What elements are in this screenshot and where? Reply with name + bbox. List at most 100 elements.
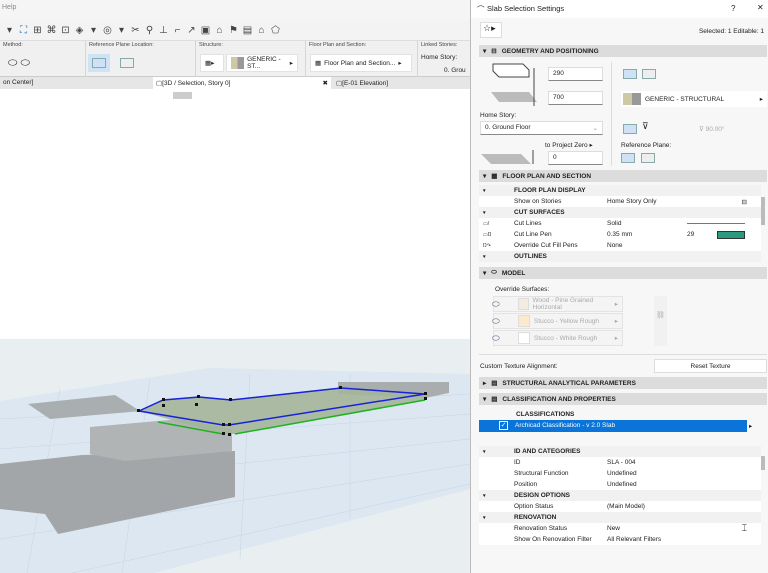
geometry-method-buttons[interactable]: ⬭ ⬭	[4, 54, 34, 72]
table-row[interactable]: Position Undefined	[479, 479, 761, 490]
scrollbar[interactable]	[761, 456, 765, 470]
tab-bar: on Center] ▢[3D / Selection, Story 0] ✖ ▢…	[0, 77, 470, 89]
expand-arrow-icon[interactable]: ▸	[749, 422, 752, 430]
help-button[interactable]: ?	[731, 4, 735, 13]
table-row[interactable]: Structural Function Undefined	[479, 468, 761, 479]
fps-select[interactable]: ▦ Floor Plan and Section... ▸	[310, 54, 412, 72]
dropdown-icon[interactable]: ▾	[116, 25, 127, 36]
curve-icon[interactable]: ↗	[186, 25, 197, 36]
3d-viewport[interactable]	[0, 89, 470, 573]
ref-plane-label: Reference Plane Location:	[89, 42, 154, 48]
tab-elevation[interactable]: ▢[E-01 Elevation]	[333, 77, 391, 89]
home-story-label: Home Story:	[421, 54, 458, 61]
view-icon[interactable]: ◎	[102, 25, 113, 36]
3d-model	[0, 339, 470, 573]
properties-icon: ▤	[491, 396, 498, 403]
section-model[interactable]: ▾ ⬭ MODEL	[479, 267, 767, 279]
horizontal-slab-icon[interactable]	[623, 124, 637, 134]
slab-tool-icon[interactable]: ⛶	[18, 25, 29, 36]
table-row[interactable]: ▭/Cut Lines Solid	[479, 218, 761, 229]
slab-icon: ⌒	[477, 5, 485, 14]
split-icon[interactable]: ✂	[130, 25, 141, 36]
roof-icon[interactable]: ⌂	[256, 25, 267, 36]
ref-plane-bottom-icon[interactable]	[641, 153, 655, 163]
structure-type-button[interactable]: ▦▸	[200, 54, 224, 72]
angle-input[interactable]: ⊽ 90.00°	[699, 125, 724, 133]
group-row[interactable]: ▾ OUTLINES	[479, 251, 761, 262]
scrollbar[interactable]	[761, 197, 765, 225]
group-row[interactable]: ▾ ID AND CATEGORIES	[479, 446, 761, 457]
grid-tool-icon[interactable]: ⊞	[32, 25, 43, 36]
surface-edge-select[interactable]: ⬭ Stucco - Yellow Rough ▸	[492, 313, 623, 329]
trim-icon[interactable]: ⌘	[46, 25, 57, 36]
table-row[interactable]: ▭Ŋ Cut Line Pen 0.35 mm 29	[479, 229, 761, 240]
surface-bottom-select[interactable]: ⬭ Stucco - White Rough ▸	[492, 330, 623, 346]
magic-wand-icon[interactable]: ⚲	[144, 25, 155, 36]
structure-select[interactable]: GENERIC - STRUCTURAL ▸	[621, 91, 767, 107]
ref-plane-bottom-button[interactable]	[116, 54, 138, 72]
shape-icon[interactable]: ⬠	[270, 25, 281, 36]
chain-link-icon[interactable]: ⛓	[654, 296, 667, 346]
group-row[interactable]: ▾ CUT SURFACES	[479, 207, 761, 218]
arrow-tool-icon[interactable]: ▾	[4, 25, 15, 36]
group-row[interactable]: ▾ FLOOR PLAN DISPLAY	[479, 185, 761, 196]
surface-top-select[interactable]: ⬭ Wood - Pine Grained Horizontal ▸	[492, 296, 623, 312]
explode-icon[interactable]: ⊡	[60, 25, 71, 36]
home-story-select[interactable]: 0. Ground Floor ⌄	[480, 121, 603, 135]
ref-bottom-icon[interactable]	[642, 69, 656, 79]
lock-icon[interactable]: ⊟	[742, 198, 747, 206]
flag-icon[interactable]: ⚑	[228, 25, 239, 36]
thickness-input[interactable]: 290	[548, 67, 603, 81]
slab-selection-settings-dialog: ⌒ Slab Selection Settings ? ✕ ☆▸ Selecte…	[470, 0, 768, 573]
section-floor-plan[interactable]: ▾ ▦ FLOOR PLAN AND SECTION	[479, 170, 767, 182]
rotate-icon[interactable]: ◈	[74, 25, 85, 36]
doc-icon[interactable]: ▤	[242, 25, 253, 36]
house-icon[interactable]: ⌂	[214, 25, 225, 36]
close-tab-icon[interactable]: ✖	[323, 79, 328, 87]
tilted-slab-icon[interactable]: ⊽	[642, 121, 649, 132]
table-row[interactable]: Show On Renovation Filter All Relevant Fi…	[479, 534, 761, 545]
pen-color-swatch[interactable]	[717, 230, 745, 239]
ref-top-icon[interactable]	[623, 69, 637, 79]
offset-input[interactable]: 700	[548, 91, 603, 105]
group-row[interactable]: ▾ DESIGN OPTIONS	[479, 490, 761, 501]
home-story-value[interactable]: 0. Grou	[444, 67, 466, 74]
dialog-title: Slab Selection Settings	[487, 4, 565, 13]
corner-icon[interactable]: ⌐	[172, 25, 183, 36]
dropdown-icon[interactable]: ▾	[88, 25, 99, 36]
table-row[interactable]: Option Status (Main Model)	[479, 501, 761, 512]
section-structural[interactable]: ▸ ▤ STRUCTURAL ANALYTICAL PARAMETERS	[479, 377, 767, 389]
pen-icon: ▭Ŋ	[483, 231, 492, 238]
ref-plane-top-icon[interactable]	[621, 153, 635, 163]
classification-item[interactable]: ✓ Archicad Classification - v 2.0 Slab	[479, 420, 747, 432]
elevate-icon[interactable]: ⊥	[158, 25, 169, 36]
tab-3d-selection[interactable]: ▢[3D / Selection, Story 0] ✖	[153, 77, 331, 89]
model-icon: ⬭	[491, 269, 497, 276]
structure-select[interactable]: GENERIC - ST... ▸	[226, 54, 298, 72]
info-box: Method: ⬭ ⬭ Reference Plane Location: Str…	[0, 40, 470, 78]
divider	[611, 62, 612, 166]
table-row[interactable]: Renovation Status New ⌶	[479, 523, 761, 534]
tab-navigation-center[interactable]: on Center]	[0, 77, 36, 89]
selection-count: Selected: 1 Editable: 1	[698, 28, 764, 35]
close-button[interactable]: ✕	[757, 3, 764, 12]
menu-help[interactable]: Help	[2, 4, 16, 11]
checkbox-checked[interactable]: ✓	[499, 421, 508, 430]
table-row[interactable]: Show on Stories Home Story Only ⊟	[479, 196, 761, 207]
elevation-input[interactable]: 0	[548, 151, 603, 165]
fill-pen-icon: Ŋ↷	[483, 242, 491, 249]
table-row[interactable]: ID SLA - 004	[479, 457, 761, 468]
ref-plane-top-button[interactable]	[88, 54, 110, 72]
reset-texture-button[interactable]: Reset Texture	[654, 359, 767, 373]
to-project-zero-button[interactable]: to Project Zero ▸	[545, 141, 593, 149]
floor-plan-table: ▾ FLOOR PLAN DISPLAY Show on Stories Home …	[479, 185, 761, 262]
table-row[interactable]: Ŋ↷ Override Cut Fill Pens None	[479, 240, 761, 251]
renovation-icon[interactable]: ⌶	[742, 523, 747, 534]
window-icon[interactable]: ▣	[200, 25, 211, 36]
group-row[interactable]: ▾ RENOVATION	[479, 512, 761, 523]
section-geometry[interactable]: ▾ ⊟ GEOMETRY AND POSITIONING	[479, 45, 767, 57]
floor-plan-icon: ▦	[315, 60, 322, 67]
bottom-surface-icon: ⬭	[492, 332, 500, 343]
section-classification[interactable]: ▾ ▤ CLASSIFICATION AND PROPERTIES	[479, 393, 767, 405]
favorites-button[interactable]: ☆▸	[480, 22, 502, 38]
